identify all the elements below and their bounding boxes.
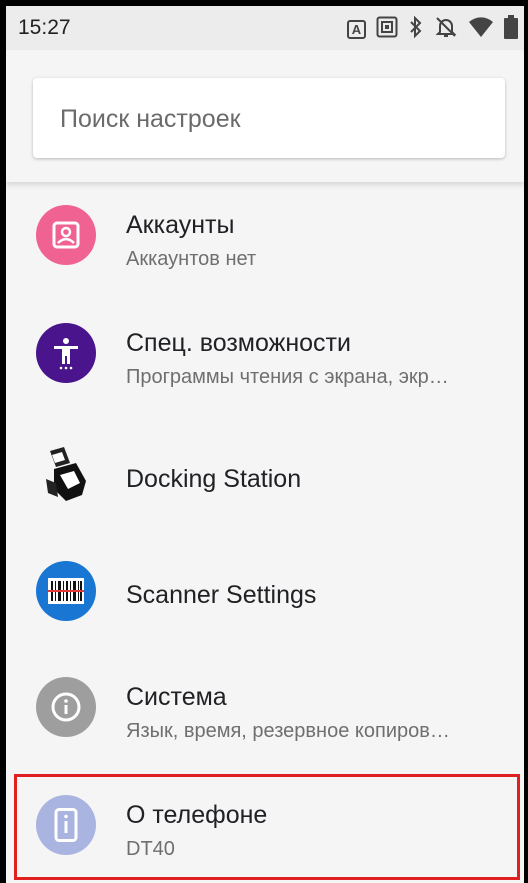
alarm-off-icon [434, 15, 458, 44]
search-section: Поиск настроек [6, 50, 524, 182]
phone-info-icon [36, 795, 96, 855]
settings-box-icon [376, 16, 398, 43]
status-time: 15:27 [18, 16, 71, 39]
search-placeholder: Поиск настроек [60, 105, 241, 133]
settings-item-title: Спец. возможности [126, 329, 351, 357]
settings-item-title: Docking Station [126, 465, 302, 493]
settings-screen: 15:27 A Поиск настроек Аккаунты Аккаунто… [6, 6, 524, 883]
status-bar: 15:27 A [6, 6, 524, 50]
settings-item-scanner-settings[interactable]: Scanner Settings [6, 538, 524, 656]
settings-item-title: О телефоне [126, 801, 268, 829]
settings-item-system[interactable]: Система Язык, время, резервное копиров… [6, 656, 524, 774]
settings-item-title: Система [126, 683, 227, 711]
account-icon [36, 205, 96, 265]
settings-item-accessibility[interactable]: Спец. возможности Программы чтения с экр… [6, 302, 524, 420]
a-box-icon: A [347, 20, 366, 39]
search-input[interactable]: Поиск настроек [33, 78, 505, 158]
settings-item-title: Аккаунты [126, 211, 235, 239]
settings-item-subtitle: Аккаунтов нет [126, 248, 257, 270]
barcode-scanner-icon [36, 561, 96, 621]
settings-item-about-phone[interactable]: О телефоне DT40 [6, 774, 524, 883]
settings-item-subtitle: DT40 [126, 838, 175, 860]
battery-icon [504, 15, 518, 44]
wifi-icon [468, 16, 494, 43]
accessibility-icon [36, 323, 96, 383]
settings-item-title: Scanner Settings [126, 581, 317, 609]
settings-item-accounts[interactable]: Аккаунты Аккаунтов нет [6, 184, 524, 302]
settings-item-docking-station[interactable]: Docking Station [6, 420, 524, 538]
settings-item-subtitle: Язык, время, резервное копиров… [126, 720, 450, 742]
info-icon [36, 677, 96, 737]
docking-station-icon [36, 445, 96, 505]
bluetooth-icon [408, 15, 424, 44]
settings-item-subtitle: Программы чтения с экрана, экр… [126, 366, 449, 388]
